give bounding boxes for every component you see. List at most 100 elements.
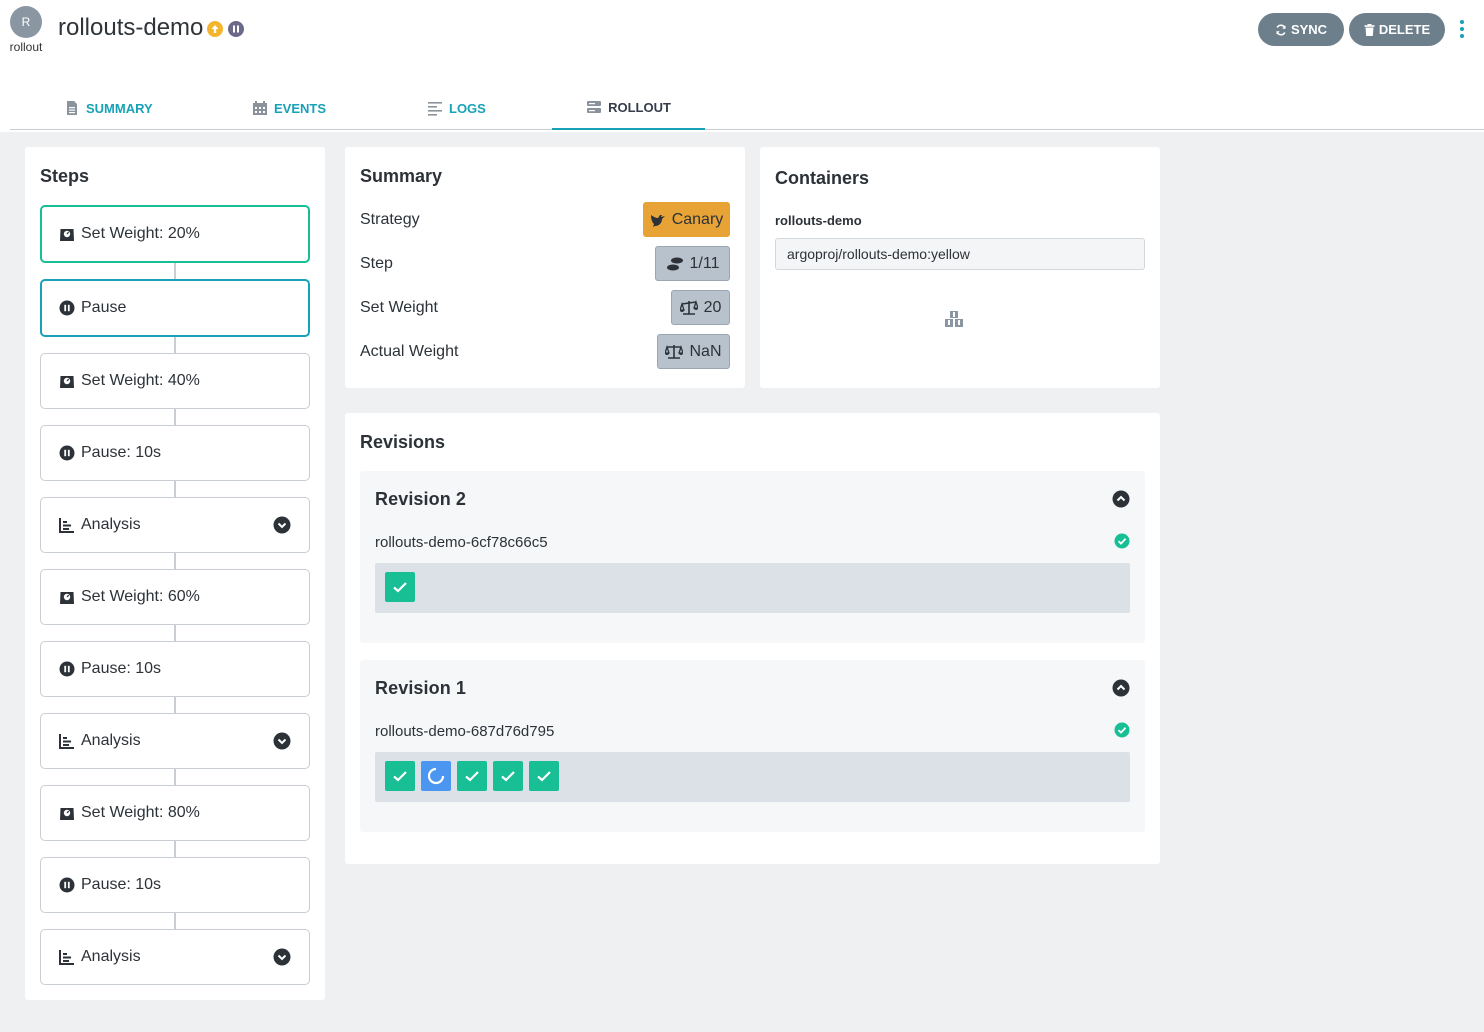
chevron-down-icon[interactable] [273,732,291,750]
delete-button-label: DELETE [1378,22,1431,37]
set-weight-value: 20 [703,298,722,316]
step-item[interactable]: Pause: 10s [40,641,310,697]
trash-icon [1364,23,1375,36]
pod-status-ready[interactable] [385,572,415,602]
align-left-icon [428,102,442,116]
sync-button-label: SYNC [1290,22,1328,37]
step-label: Set Weight: 60% [81,588,200,605]
more-menu-icon[interactable] [1455,18,1469,40]
calendar-icon [253,101,267,115]
tab-summary[interactable]: SUMMARY [64,86,153,130]
step-label: Pause: 10s [81,660,162,677]
avatar: R [10,6,42,38]
pod-status-ready[interactable] [529,761,559,791]
tab-bar: SUMMARY EVENTS LOGS ROLLOUT [10,86,1484,130]
containers-title: Containers [775,168,870,188]
step-item[interactable]: Set Weight: 60% [40,569,310,625]
revision-title: Revision 2 [375,489,467,509]
chart-bar-icon [59,734,74,749]
tab-events-label: EVENTS [274,100,327,116]
balance-scale-icon [665,344,684,359]
container-image-field[interactable]: argoproj/rollouts-demo:yellow [775,238,1145,270]
actual-weight-label: Actual Weight [360,343,459,360]
step-label: Analysis [81,732,141,749]
pod-list [375,752,1130,802]
revision-title: Revision 1 [375,678,467,698]
step-connector [174,262,176,280]
shoe-prints-icon [666,257,683,270]
step-item[interactable]: Set Weight: 40% [40,353,310,409]
pod-status-progressing[interactable] [421,761,451,791]
step-label: Pause [81,299,127,316]
step-connector [174,768,176,786]
pause-circle-icon [59,661,75,677]
pause-circle-icon [59,300,75,316]
step-connector [174,624,176,642]
tab-events[interactable]: EVENTS [252,86,326,130]
sync-icon [1276,24,1286,35]
health-status-icon [207,21,223,37]
step-badge: 1/11 [655,246,730,281]
balance-scale-left-icon [679,299,698,315]
sync-button[interactable]: SYNC [1258,13,1344,46]
step-item[interactable]: Analysis [40,713,310,769]
step-label: Pause: 10s [81,444,162,461]
page-title: rollouts-demo [58,14,204,41]
pause-circle-icon [59,445,75,461]
revisions-panel: Revisions Revision 2 rollouts-demo-6cf78… [345,413,1160,864]
pod-list [375,563,1130,613]
step-item[interactable]: Pause: 10s [40,425,310,481]
server-icon [587,101,602,113]
step-item[interactable]: Analysis [40,929,310,985]
cubes-icon[interactable] [943,309,965,329]
weight-icon [60,808,74,820]
step-label: Analysis [81,516,141,533]
step-connector [174,696,176,714]
steps-title: Steps [40,166,90,186]
check-icon [501,771,515,782]
step-item[interactable]: Set Weight: 80% [40,785,310,841]
tab-rollout[interactable]: ROLLOUT [552,86,705,130]
strategy-value: Canary [671,210,724,228]
delete-button[interactable]: DELETE [1349,13,1445,46]
tab-rollout-label: ROLLOUT [608,99,671,115]
resource-kind: R rollout [8,6,44,54]
file-icon [67,101,77,115]
actual-weight-badge: NaN [657,334,730,369]
revision-card: Revision 2 rollouts-demo-6cf78c66c5 [360,471,1145,643]
strategy-label: Strategy [360,211,420,228]
tab-logs[interactable]: LOGS [427,86,486,130]
set-weight-label: Set Weight [360,299,438,316]
check-icon [537,771,551,782]
step-label: Set Weight: 80% [81,804,200,821]
app-header: R rollout rollouts-demo SYNC DELETE SUMM… [0,0,1484,132]
chevron-up-icon[interactable] [1112,490,1130,508]
step-label: Step [360,255,393,272]
check-icon [465,771,479,782]
step-connector [174,480,176,498]
pod-status-ready[interactable] [385,761,415,791]
step-item[interactable]: Analysis [40,497,310,553]
step-connector [174,408,176,426]
container-name: rollouts-demo [775,213,862,228]
pod-status-ready[interactable] [493,761,523,791]
chevron-up-icon[interactable] [1112,679,1130,697]
check-icon [393,582,407,593]
pause-circle-icon [59,877,75,893]
chevron-down-icon[interactable] [273,948,291,966]
pod-status-ready[interactable] [457,761,487,791]
chevron-down-icon[interactable] [273,516,291,534]
step-label: Analysis [81,948,141,965]
containers-panel: Containers rollouts-demo argoproj/rollou… [760,147,1160,388]
step-item[interactable]: Pause: 10s [40,857,310,913]
step-label: Set Weight: 20% [81,225,200,242]
chart-bar-icon [59,950,74,965]
revisions-title: Revisions [360,432,446,452]
tab-logs-label: LOGS [449,100,486,116]
step-connector [174,336,176,354]
step-item[interactable]: Set Weight: 20% [40,205,310,263]
replicaset-name: rollouts-demo-6cf78c66c5 [375,534,548,551]
step-value: 1/11 [689,254,720,272]
step-item[interactable]: Pause [40,279,310,337]
weight-icon [60,229,74,241]
